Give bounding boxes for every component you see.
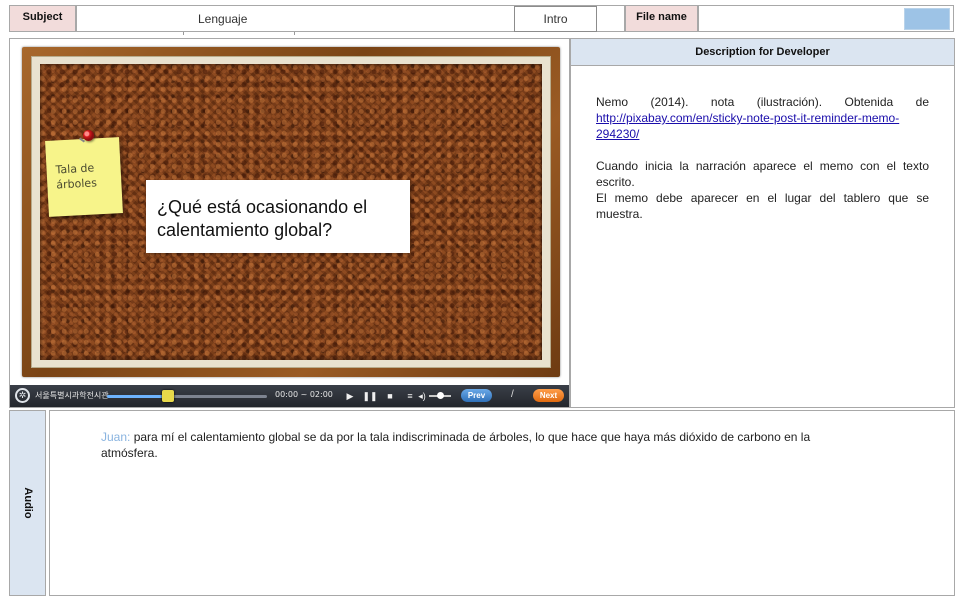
volume-knob[interactable] [436, 392, 444, 399]
image-credit-text: Nemo (2014). nota (ilustración). Obtenid… [596, 95, 929, 109]
description-header-text: Description for Developer [695, 46, 830, 58]
media-player-bar: ✲ 서울특별시과학전시관 00:00 ~ 02:00 ▶ ❚❚ ■ ≡ ◂) P… [10, 385, 569, 407]
museum-logo-icon: ✲ [15, 388, 30, 403]
subject-field[interactable]: Lenguaje Intro [76, 5, 625, 32]
prev-button[interactable]: Prev [461, 389, 492, 402]
question-card: ¿Qué está ocasionando el calentamiento g… [146, 180, 410, 253]
volume-icon[interactable]: ◂) [415, 389, 429, 403]
audio-script-line: Juan: para mí el calentamiento global se… [101, 429, 861, 461]
header-tick [183, 32, 184, 35]
description-panel: Description for Developer Nemo (2014). n… [570, 38, 955, 408]
playback-time: 00:00 ~ 02:00 [275, 390, 333, 399]
player-brand-text: 서울특별시과학전시관 [35, 391, 109, 400]
pause-icon[interactable]: ❚❚ [362, 389, 377, 403]
description-header: Description for Developer [571, 39, 954, 66]
file-name-label: File name [625, 5, 698, 32]
push-pin-icon [83, 130, 94, 141]
next-button[interactable]: Next [533, 389, 564, 402]
description-body: Nemo (2014). nota (ilustración). Obtenid… [571, 66, 954, 222]
audio-label-text: Audio [21, 487, 34, 519]
play-icon[interactable]: ▶ [343, 389, 357, 403]
intro-label: Intro [543, 12, 568, 26]
description-paragraph-2: El memo debe aparecer en el lugar del ta… [596, 191, 929, 221]
sticky-note-text: Tala de árboles [55, 161, 98, 192]
image-source-link[interactable]: http://pixabay.com/en/sticky-note-post-i… [596, 111, 899, 141]
audio-label: Audio [9, 410, 46, 596]
intro-box: Intro [514, 6, 597, 32]
file-name-field[interactable] [698, 5, 954, 32]
question-text: ¿Qué está ocasionando el calentamiento g… [157, 197, 368, 240]
file-name-label-text: File name [636, 11, 687, 23]
sticky-note: Tala de árboles [45, 137, 123, 217]
image-credit: Nemo (2014). nota (ilustración). Obtenid… [596, 94, 929, 142]
file-color-swatch [904, 8, 950, 30]
speaker-name: Juan: [101, 430, 131, 444]
player-separator: / [511, 389, 514, 400]
stop-icon[interactable]: ■ [383, 389, 397, 403]
progress-fill [107, 395, 168, 398]
progress-track[interactable] [107, 390, 267, 402]
progress-handle-icon[interactable] [161, 390, 174, 402]
audio-script-panel: Juan: para mí el calentamiento global se… [49, 410, 955, 596]
subject-label: Subject [9, 5, 76, 32]
subject-value: Lenguaje [198, 12, 248, 26]
description-paragraph-1: Cuando inicia la narración aparece el me… [596, 159, 929, 189]
header-tick [294, 32, 295, 35]
preview-panel: Tala de árboles ¿Qué está ocasionando el… [9, 38, 570, 408]
next-button-label: Next [539, 391, 558, 400]
subject-label-text: Subject [22, 11, 63, 23]
prev-button-label: Prev [467, 391, 486, 400]
speaker-line: para mí el calentamiento global se da po… [101, 430, 811, 460]
